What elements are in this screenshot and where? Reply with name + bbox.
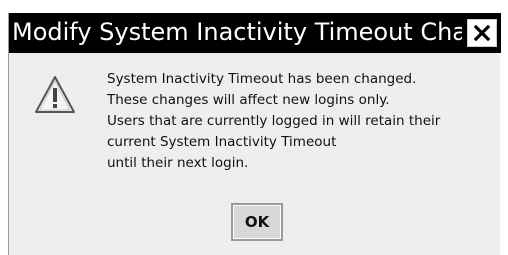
- dialog-title-bar[interactable]: Modify System Inactivity Timeout Cha...: [9, 13, 501, 53]
- message-line: until their next login.: [107, 155, 249, 171]
- message-line: These changes will affect new logins onl…: [107, 92, 390, 108]
- message-line: Users that are currently logged in will …: [107, 113, 441, 129]
- message-line: System Inactivity Timeout has been chang…: [107, 71, 417, 87]
- dialog-title: Modify System Inactivity Timeout Cha...: [12, 18, 462, 46]
- ok-button[interactable]: OK: [231, 203, 283, 241]
- modal-dialog: Modify System Inactivity Timeout Cha... …: [8, 13, 501, 255]
- close-button[interactable]: [467, 19, 497, 47]
- warning-icon: [35, 76, 75, 113]
- message-line: current System Inactivity Timeout: [107, 134, 337, 150]
- close-icon: [473, 24, 491, 42]
- dialog-message: System Inactivity Timeout has been chang…: [107, 69, 497, 174]
